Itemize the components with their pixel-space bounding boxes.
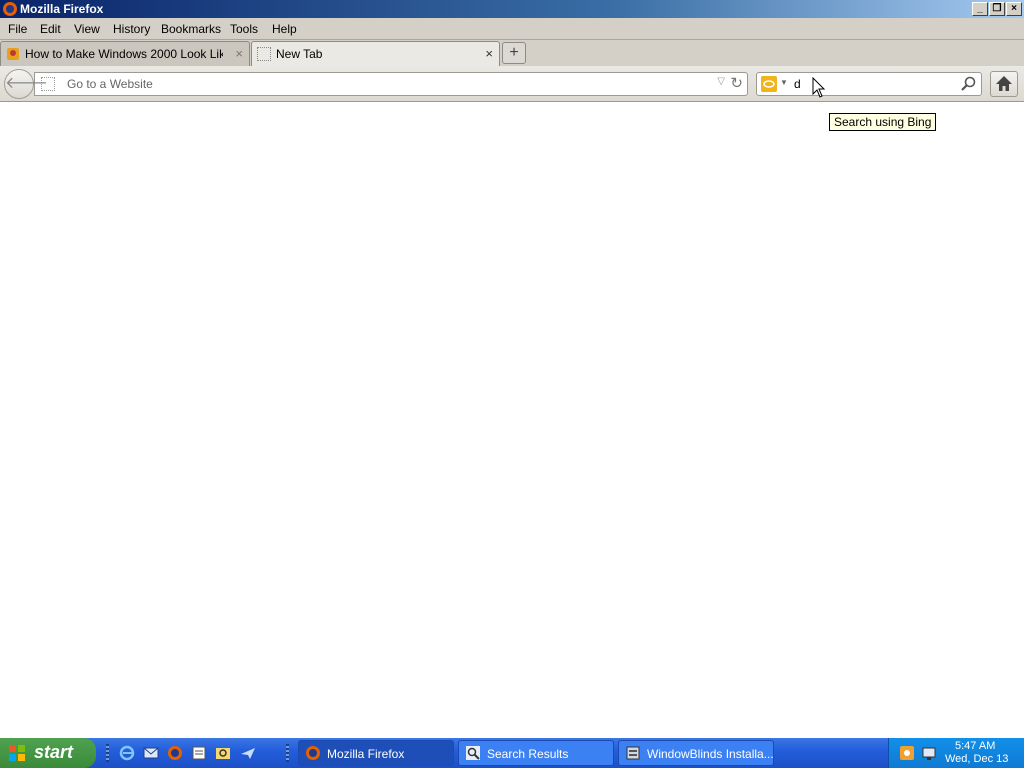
firefox-icon [3,2,17,16]
menu-history[interactable]: History [113,22,150,36]
window-titlebar[interactable]: Mozilla Firefox _ ❐ × [0,0,1024,18]
new-tab-button[interactable]: + [502,42,526,64]
clock-time[interactable]: 5:47 AM [955,740,995,752]
url-input[interactable]: Go to a Website [67,77,153,91]
firefox-quicklaunch-icon[interactable] [167,745,183,761]
search-results-icon [466,746,480,760]
search-bar[interactable]: ▼ d [756,72,982,96]
site-favicon-icon [7,48,19,60]
task-label: Mozilla Firefox [327,747,405,761]
url-dropdown-icon[interactable]: ▽ [717,76,725,87]
restore-button[interactable]: ❐ [989,2,1005,16]
notepad-icon[interactable] [191,745,207,761]
menu-help[interactable]: Help [272,22,297,36]
minimize-button[interactable]: _ [972,2,988,16]
bing-engine-icon[interactable] [761,76,777,92]
back-button[interactable]: 🡐 [4,69,48,99]
mouse-cursor-icon [812,77,826,98]
menu-edit[interactable]: Edit [40,22,61,36]
reload-icon[interactable]: ↻ [730,74,743,92]
back-arrow-icon: 🡐 [5,75,48,92]
navigation-toolbar: Go to a Website ▽ ↻ 🡐 ▼ d [0,66,1024,102]
tab-new-tab[interactable]: New Tab × [251,41,500,66]
task-label: WindowBlinds Installa... [647,747,774,761]
url-bar[interactable]: Go to a Website ▽ ↻ [34,72,748,96]
tab-windows-2000[interactable]: How to Make Windows 2000 Look Like ... × [0,41,250,66]
page-content[interactable] [0,103,1024,738]
clock-date[interactable]: Wed, Dec 13 [945,753,1008,765]
tab-label: New Tab [276,47,323,61]
taskbar-grip[interactable] [286,744,289,762]
windows-flag-icon [9,745,25,761]
menu-tools[interactable]: Tools [230,22,258,36]
menu-view[interactable]: View [74,22,100,36]
task-windowblinds-installer[interactable]: WindowBlinds Installa... [618,740,774,766]
messenger-icon[interactable] [240,745,256,761]
task-mozilla-firefox[interactable]: Mozilla Firefox [298,740,454,766]
taskbar: start Mozilla Firefox Search Results Win… [0,738,1024,768]
outlook-express-icon[interactable] [143,745,159,761]
home-icon [996,76,1012,91]
search-input[interactable]: d [794,77,801,91]
close-tab-icon[interactable]: × [235,46,243,61]
engine-dropdown-icon[interactable]: ▼ [780,78,788,87]
installer-icon [626,746,640,760]
firefox-task-icon [306,746,320,760]
window-title: Mozilla Firefox [20,2,104,16]
magnifier-icon[interactable] [959,75,977,93]
home-button[interactable] [990,71,1018,97]
start-button[interactable]: start [0,738,96,768]
quicklaunch-grip[interactable] [106,744,109,762]
tray-app-icon[interactable] [899,745,915,761]
network-icon[interactable] [921,745,937,761]
system-tray: 5:47 AM Wed, Dec 13 [888,738,1024,768]
search-folder-icon[interactable] [215,745,231,761]
task-search-results[interactable]: Search Results [458,740,614,766]
menu-bookmarks[interactable]: Bookmarks [161,22,221,36]
internet-explorer-icon[interactable] [119,745,135,761]
menu-file[interactable]: File [8,22,27,36]
close-tab-icon[interactable]: × [485,46,493,61]
task-label: Search Results [487,747,569,761]
blank-page-icon [257,47,271,61]
start-label: start [34,742,74,762]
close-window-button[interactable]: × [1006,2,1022,16]
search-tooltip: Search using Bing [829,113,937,131]
tab-label: How to Make Windows 2000 Look Like ... [25,47,223,61]
menu-bar: File Edit View History Bookmarks Tools H… [0,18,1024,40]
